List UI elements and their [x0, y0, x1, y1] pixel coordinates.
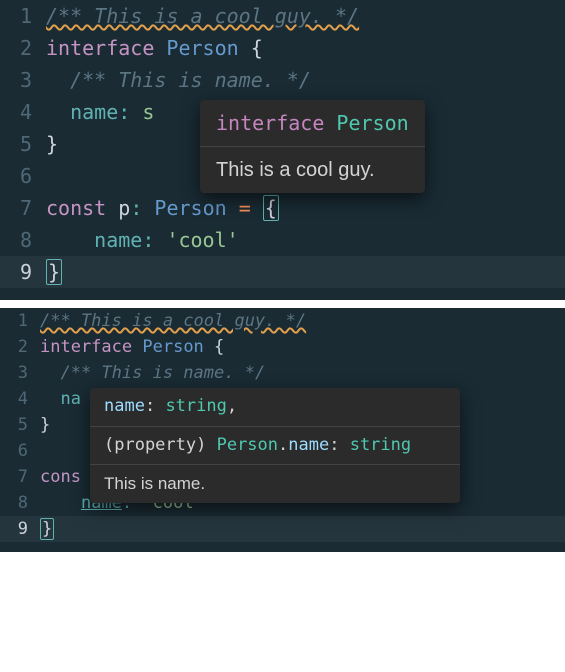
- type-name: Person: [142, 337, 203, 357]
- code-line[interactable]: 2 interface Person {: [0, 334, 565, 360]
- hover-tooltip[interactable]: name: string, (property) Person.name: st…: [90, 388, 460, 503]
- colon: :: [130, 196, 142, 220]
- line-number: 5: [0, 412, 40, 438]
- keyword-interface: interface: [40, 337, 132, 357]
- line-number: 7: [0, 464, 40, 490]
- variable-name: p: [118, 196, 130, 220]
- line-number: 8: [0, 224, 46, 256]
- code-editor-pane-2[interactable]: 1 /** This is a cool guy. */ 2 interface…: [0, 308, 565, 552]
- code-line-active[interactable]: 9 }: [0, 256, 565, 288]
- line-number: 6: [0, 438, 40, 464]
- code-line[interactable]: 7 const p: Person = {: [0, 192, 565, 224]
- keyword-const-partial: cons: [40, 467, 81, 487]
- close-brace-cursor: }: [46, 259, 62, 285]
- string-literal: 'cool': [166, 228, 238, 252]
- hover-doc: This is name.: [90, 465, 460, 503]
- close-brace-cursor: }: [40, 518, 54, 540]
- hover-doc: This is a cool guy.: [200, 147, 425, 193]
- code-line[interactable]: 3 /** This is name. */: [0, 64, 565, 96]
- line-number: 2: [0, 32, 46, 64]
- colon: :: [118, 100, 130, 124]
- hover-signature-short: name: string,: [90, 388, 460, 426]
- doc-comment: /** This is name. */: [60, 363, 265, 383]
- line-number: 2: [0, 334, 40, 360]
- line-number: 7: [0, 192, 46, 224]
- partial-property: na: [60, 389, 80, 409]
- colon: :: [142, 228, 154, 252]
- close-brace: }: [46, 132, 58, 156]
- type-ref: Person: [154, 196, 226, 220]
- doc-comment: /** This is name. */: [70, 68, 311, 92]
- hover-tooltip[interactable]: interface Person This is a cool guy.: [200, 100, 425, 193]
- doc-comment: /** This is a cool guy. */: [46, 4, 359, 28]
- line-number: 5: [0, 128, 46, 160]
- open-brace: {: [214, 337, 224, 357]
- line-number: 1: [0, 0, 46, 32]
- partial-type: s: [142, 100, 154, 124]
- line-number-active: 9: [0, 516, 40, 542]
- code-line[interactable]: 1 /** This is a cool guy. */: [0, 308, 565, 334]
- line-number: 8: [0, 490, 40, 516]
- doc-comment: /** This is a cool guy. */: [40, 311, 306, 331]
- code-line-active[interactable]: 9 }: [0, 516, 565, 542]
- line-number: 3: [0, 360, 40, 386]
- equals: =: [239, 196, 251, 220]
- property-name: name: [94, 228, 142, 252]
- line-number: 4: [0, 386, 40, 412]
- code-line[interactable]: 1 /** This is a cool guy. */: [0, 0, 565, 32]
- code-line[interactable]: 8 name: 'cool': [0, 224, 565, 256]
- line-number-active: 9: [0, 256, 46, 288]
- code-line[interactable]: 2 interface Person {: [0, 32, 565, 64]
- open-brace-cursor: {: [263, 195, 279, 221]
- close-brace: }: [40, 415, 50, 435]
- hover-signature: interface Person: [200, 100, 425, 146]
- code-line[interactable]: 3 /** This is name. */: [0, 360, 565, 386]
- keyword-interface: interface: [46, 36, 154, 60]
- line-number: 1: [0, 308, 40, 334]
- hover-signature-full: (property) Person.name: string: [90, 427, 460, 465]
- keyword-const: const: [46, 196, 106, 220]
- line-number: 6: [0, 160, 46, 192]
- line-number: 4: [0, 96, 46, 128]
- line-number: 3: [0, 64, 46, 96]
- open-brace: {: [251, 36, 263, 60]
- type-name: Person: [166, 36, 238, 60]
- property-name: name: [70, 100, 118, 124]
- code-editor-pane-1[interactable]: 1 /** This is a cool guy. */ 2 interface…: [0, 0, 565, 300]
